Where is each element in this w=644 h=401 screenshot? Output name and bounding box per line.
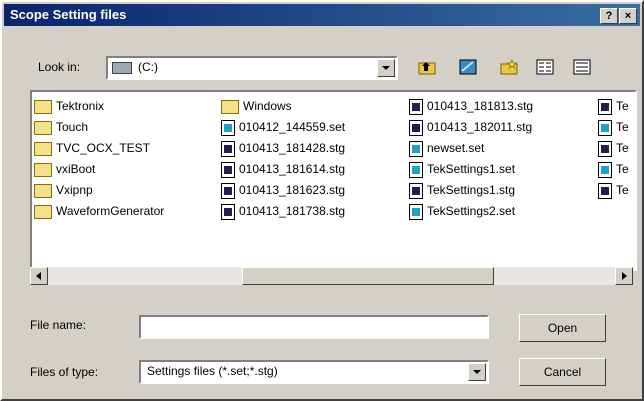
list-item[interactable]: Te — [598, 180, 629, 201]
folder-icon — [34, 99, 52, 114]
details-view-icon — [573, 59, 591, 75]
list-item[interactable]: 010413_181738.stg — [221, 201, 345, 222]
file-type-label: Files of type: — [30, 365, 99, 379]
stg-file-icon — [221, 203, 235, 220]
list-item[interactable]: Touch — [34, 117, 164, 138]
up-folder-button[interactable] — [415, 56, 439, 78]
list-item[interactable]: TekSettings1.set — [409, 159, 533, 180]
cancel-button[interactable]: Cancel — [519, 358, 606, 386]
drive-icon — [112, 62, 132, 74]
list-item[interactable]: 010413_181623.stg — [221, 180, 345, 201]
up-folder-icon — [418, 62, 436, 75]
details-view-button[interactable] — [570, 56, 594, 78]
desktop-icon — [459, 59, 477, 75]
stg-file-icon — [221, 140, 235, 157]
title-bar: Scope Setting files ? × — [4, 4, 640, 26]
folder-icon — [34, 162, 52, 177]
list-item[interactable]: 010413_181813.stg — [409, 96, 533, 117]
list-view-icon — [536, 59, 554, 75]
list-item[interactable]: WaveformGenerator — [34, 201, 164, 222]
list-item[interactable]: Te — [598, 117, 629, 138]
file-list[interactable]: Tektronix Touch TVC_OCX_TEST vxiBoot Vxi… — [30, 90, 637, 271]
file-name-input[interactable] — [139, 315, 489, 339]
file-name-label: File name: — [30, 318, 87, 332]
folder-icon — [34, 120, 52, 135]
list-item[interactable]: TVC_OCX_TEST — [34, 138, 164, 159]
horizontal-scrollbar[interactable] — [30, 267, 633, 285]
list-view-button[interactable] — [533, 56, 557, 78]
stg-file-icon — [409, 119, 423, 136]
arrow-right-icon — [622, 272, 627, 280]
list-item[interactable]: Te — [598, 159, 629, 180]
set-file-icon — [409, 140, 423, 157]
file-type-combo[interactable]: Settings files (*.set;*.stg) — [139, 360, 489, 384]
set-file-icon — [221, 119, 235, 136]
look-in-combo[interactable]: (C:) — [106, 56, 398, 80]
file-type-dropdown-arrow[interactable] — [468, 363, 486, 381]
list-item[interactable]: TekSettings1.stg — [409, 180, 533, 201]
folder-icon — [34, 183, 52, 198]
file-type-value: Settings files (*.set;*.stg) — [147, 364, 278, 378]
list-item[interactable]: 010413_181428.stg — [221, 138, 345, 159]
file-column: Tektronix Touch TVC_OCX_TEST vxiBoot Vxi… — [34, 96, 164, 222]
folder-icon — [34, 204, 52, 219]
file-column: Te Te Te Te Te — [598, 96, 629, 201]
list-item[interactable]: Te — [598, 138, 629, 159]
list-item[interactable]: Windows — [221, 96, 345, 117]
stg-file-icon — [598, 98, 612, 115]
file-column: Windows 010412_144559.set 010413_181428.… — [221, 96, 345, 222]
file-dialog: Scope Setting files ? × Look in: (C:) Te… — [0, 0, 644, 401]
list-item[interactable]: TekSettings2.set — [409, 201, 533, 222]
list-item[interactable]: Te — [598, 96, 629, 117]
look-in-dropdown-arrow[interactable] — [377, 59, 395, 77]
arrow-left-icon — [36, 272, 41, 280]
new-folder-button[interactable] — [497, 56, 521, 78]
scroll-left-button[interactable] — [30, 267, 48, 285]
stg-file-icon — [598, 182, 612, 199]
folder-icon — [34, 141, 52, 156]
list-item[interactable]: newset.set — [409, 138, 533, 159]
file-column: 010413_181813.stg 010413_182011.stg news… — [409, 96, 533, 222]
set-file-icon — [409, 203, 423, 220]
new-folder-icon — [500, 59, 518, 75]
set-file-icon — [409, 161, 423, 178]
stg-file-icon — [598, 140, 612, 157]
stg-file-icon — [221, 161, 235, 178]
list-item[interactable]: 010413_182011.stg — [409, 117, 533, 138]
stg-file-icon — [409, 98, 423, 115]
stg-file-icon — [221, 182, 235, 199]
list-item[interactable]: 010413_181614.stg — [221, 159, 345, 180]
set-file-icon — [598, 119, 612, 136]
folder-icon — [221, 99, 239, 114]
close-button[interactable]: × — [619, 8, 637, 24]
list-item[interactable]: Vxipnp — [34, 180, 164, 201]
window-title: Scope Setting files — [10, 7, 127, 22]
scroll-right-button[interactable] — [615, 267, 633, 285]
list-item[interactable]: 010412_144559.set — [221, 117, 345, 138]
scroll-thumb[interactable] — [242, 267, 494, 285]
set-file-icon — [598, 161, 612, 178]
desktop-button[interactable] — [456, 56, 480, 78]
list-item[interactable]: Tektronix — [34, 96, 164, 117]
list-item[interactable]: vxiBoot — [34, 159, 164, 180]
look-in-label: Look in: — [38, 60, 81, 74]
open-button[interactable]: Open — [519, 314, 606, 342]
look-in-value: (C:) — [138, 60, 158, 74]
stg-file-icon — [409, 182, 423, 199]
help-button[interactable]: ? — [600, 8, 618, 24]
